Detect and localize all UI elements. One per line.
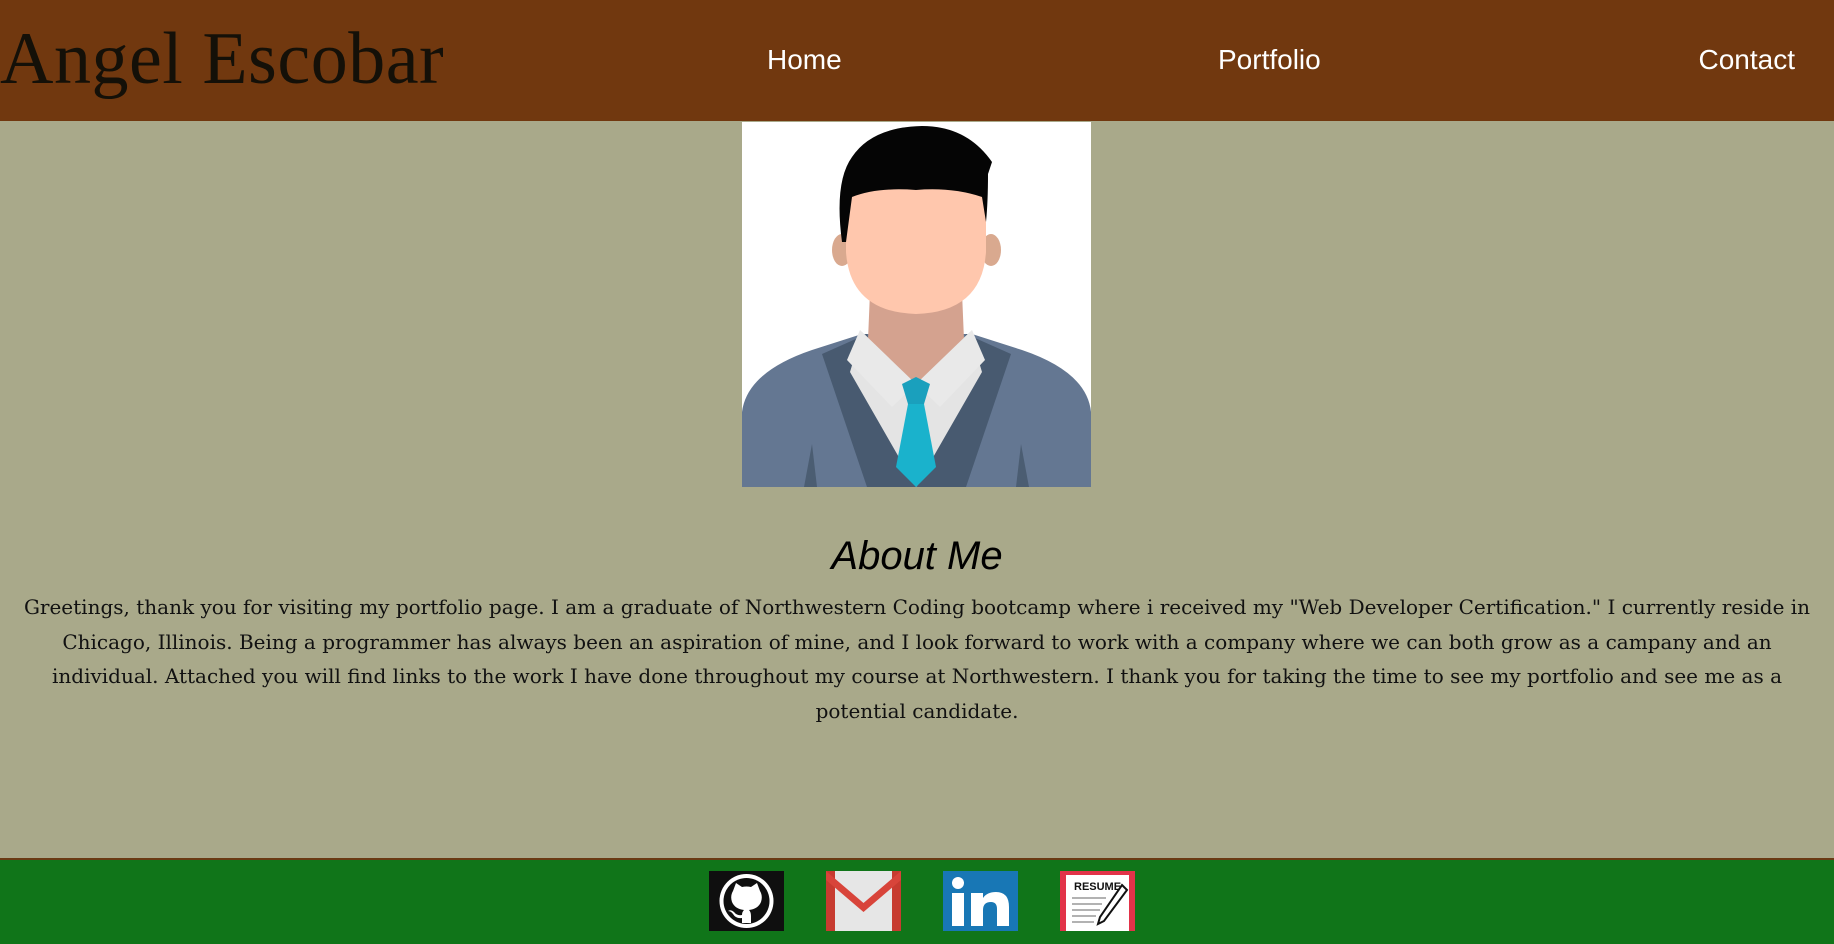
- nav-link-home[interactable]: Home: [767, 40, 842, 80]
- businessman-avatar-icon: [742, 122, 1091, 487]
- gmail-link[interactable]: [826, 871, 901, 931]
- github-icon: [709, 871, 784, 931]
- nav-link-contact[interactable]: Contact: [1699, 40, 1796, 80]
- gmail-icon: [826, 871, 901, 931]
- resume-link[interactable]: RESUME: [1060, 871, 1135, 931]
- github-link[interactable]: [709, 871, 784, 931]
- nav-link-portfolio[interactable]: Portfolio: [1218, 40, 1321, 80]
- resume-icon: RESUME: [1060, 871, 1135, 931]
- site-header: Angel Escobar Home Portfolio Contact: [0, 0, 1834, 121]
- site-brand[interactable]: Angel Escobar: [0, 14, 444, 104]
- resume-label: RESUME: [1074, 881, 1121, 893]
- linkedin-link[interactable]: [943, 871, 1018, 931]
- about-heading: About Me: [831, 534, 1003, 578]
- about-body: Greetings, thank you for visiting my por…: [23, 595, 1811, 723]
- linkedin-icon: [943, 871, 1018, 931]
- site-footer: RESUME: [0, 858, 1834, 944]
